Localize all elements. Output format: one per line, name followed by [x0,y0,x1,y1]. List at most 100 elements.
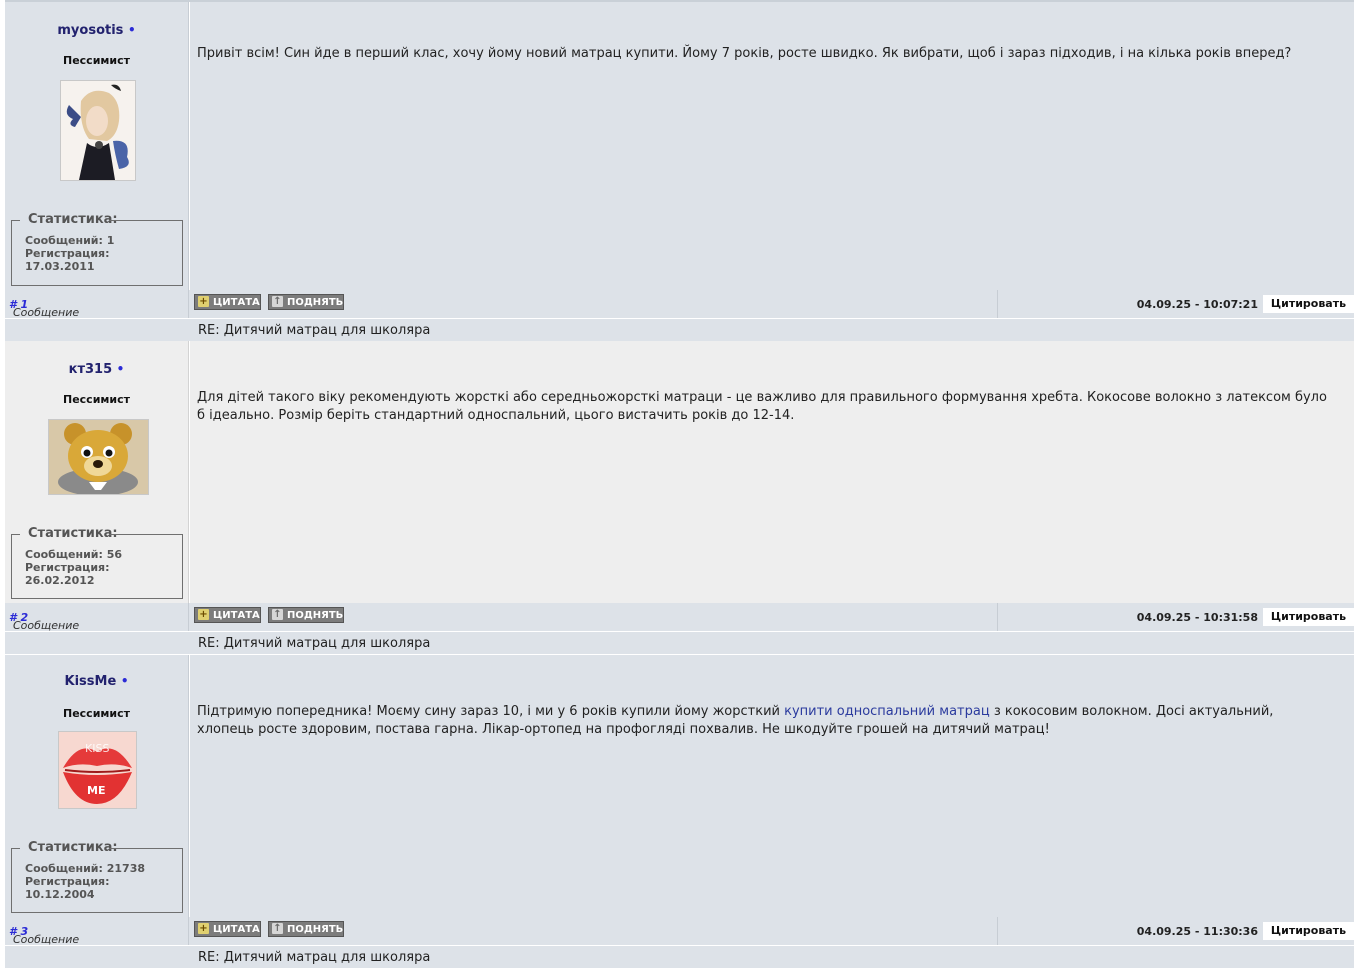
statistics-body: Сообщений: 56 Регистрация: 26.02.2012 [25,548,122,587]
avatar [60,80,136,181]
post-1-author-panel: myosotis • Пессимист Статистика: Сообщен… [5,2,189,290]
post-3-content: Підтримую попередника! Моєму сину зараз … [190,655,1354,917]
plus-icon: + [198,296,209,307]
forum-thread: myosotis • Пессимист Статистика: Сообщен… [5,0,1354,968]
username-link[interactable]: myosotis • [5,23,188,38]
online-status-dot: • [127,23,136,37]
up-button[interactable]: ↑ ПОДНЯТЬ [268,294,344,310]
messages-label: Сообщений: [25,234,103,247]
registered-label: Регистрация: [25,247,110,260]
mattress-link[interactable]: купити односпальний матрац [784,704,990,719]
registered-date: 10.12.2004 [25,888,95,901]
avatar [48,419,149,495]
post-meta: 04.09.25 - 10:31:58 Цитировать [999,603,1354,631]
quote-button[interactable]: + ЦИТАТА [194,294,261,310]
post-footer: Сообщение # 1 + ЦИТАТА ↑ ПОДНЯТЬ 04.09.25 … [5,290,1354,319]
post-2: кт315 • Пессимист Статистика: Сообщений:… [5,341,1354,632]
gothic-girl-butterfly-avatar-image [61,81,135,180]
post-1: myosotis • Пессимист Статистика: Сообщен… [5,2,1354,319]
post-footer: Сообщение # 2 + ЦИТАТА ↑ ПОДНЯТЬ 04.09.25 … [5,603,1354,632]
user-statistics: Статистика: Сообщений: 56 Регистрация: 2… [11,526,183,599]
post-message: Привіт всім! Син йде в перший клас, хочу… [197,46,1292,61]
arrow-up-icon: ↑ [272,296,283,307]
registered-date: 17.03.2011 [25,260,95,273]
post-number-cell: Сообщение # 2 [5,603,189,632]
registered-label: Регистрация: [25,875,110,888]
username-link[interactable]: кт315 • [5,362,188,377]
statistics-body: Сообщений: 21738 Регистрация: 10.12.2004 [25,862,145,901]
messages-count: 56 [106,548,123,561]
quote-button[interactable]: + ЦИТАТА [194,607,261,623]
post-message: Для дітей такого віку рекомендують жорст… [197,390,1327,423]
quote-link[interactable]: Цитировать [1263,922,1354,940]
reply-title: RE: Дитячий матрац для школяра [198,636,431,651]
teddy-bear-avatar-image [49,420,148,494]
avatar: KISS ME [58,731,137,809]
user-statistics: Статистика: Сообщений: 21738 Регистрация… [11,840,183,913]
online-status-dot: • [116,362,125,376]
avatar-text-kiss: KISS [85,742,109,755]
post-meta: 04.09.25 - 10:07:21 Цитировать [999,290,1354,318]
post-actions: + ЦИТАТА ↑ ПОДНЯТЬ [190,290,998,318]
post-prefix: Сообщение [13,306,80,319]
post-1-content: Привіт всім! Син йде в перший клас, хочу… [190,2,1354,290]
statistics-legend: Статистика: [28,212,118,227]
post-3: KissMe • Пессимист KISS ME Статистика: С… [5,655,1354,946]
statistics-body: Сообщений: 1 Регистрация: 17.03.2011 [25,234,114,273]
post-datetime: 04.09.25 - 11:30:36 [1136,925,1258,938]
up-button-label: ПОДНЯТЬ [287,610,344,621]
avatar-text-me: ME [87,784,105,797]
quote-link[interactable]: Цитировать [1263,608,1354,626]
message-text-part: Підтримую попередника! Моєму сину зараз … [197,704,785,719]
reply-title: RE: Дитячий матрац для школяра [198,950,431,965]
post-message: Підтримую попередника! Моєму сину зараз … [197,703,1329,739]
post-datetime: 04.09.25 - 10:31:58 [1136,611,1258,624]
username-text[interactable]: myosotis [57,23,123,38]
reply-title-bar: RE: Дитячий матрац для школяра [5,319,1354,341]
registered-label: Регистрация: [25,561,110,574]
post-actions: + ЦИТАТА ↑ ПОДНЯТЬ [190,917,998,945]
messages-label: Сообщений: [25,548,103,561]
reply-title-bar: RE: Дитячий матрац для школяра [5,946,1354,968]
quote-button-label: ЦИТАТА [213,610,260,621]
up-button[interactable]: ↑ ПОДНЯТЬ [268,607,344,623]
username-text[interactable]: кт315 [69,362,113,377]
user-rank: Пессимист [62,54,130,67]
post-actions: + ЦИТАТА ↑ ПОДНЯТЬ [190,603,998,631]
reply-title: RE: Дитячий матрац для школяра [198,323,431,338]
up-button-label: ПОДНЯТЬ [287,297,344,308]
quote-button-label: ЦИТАТА [213,297,260,308]
post-meta: 04.09.25 - 11:30:36 Цитировать [999,917,1354,945]
statistics-legend: Статистика: [28,526,118,541]
messages-label: Сообщений: [25,862,103,875]
user-rank: Пессимист [62,393,130,406]
user-statistics: Статистика: Сообщений: 1 Регистрация: 17… [11,212,183,286]
plus-icon: + [198,923,209,934]
post-2-author-panel: кт315 • Пессимист Статистика: Сообщений:… [5,341,189,603]
plus-icon: + [198,609,209,620]
post-number-cell: Сообщение # 3 [5,917,189,946]
arrow-up-icon: ↑ [272,609,283,620]
post-2-content: Для дітей такого віку рекомендують жорст… [190,341,1354,603]
up-button-label: ПОДНЯТЬ [287,924,344,935]
statistics-legend: Статистика: [28,840,118,855]
post-prefix: Сообщение [13,933,80,946]
post-3-author-panel: KissMe • Пессимист KISS ME Статистика: С… [5,655,189,917]
red-lips-avatar-image: KISS ME [59,732,136,808]
quote-button[interactable]: + ЦИТАТА [194,921,261,937]
up-button[interactable]: ↑ ПОДНЯТЬ [268,921,344,937]
quote-link[interactable]: Цитировать [1263,295,1354,313]
username-text[interactable]: KissMe [65,674,117,689]
post-datetime: 04.09.25 - 10:07:21 [1136,298,1258,311]
post-prefix: Сообщение [13,619,80,632]
reply-title-bar: RE: Дитячий матрац для школяра [5,632,1354,654]
online-status-dot: • [120,674,129,688]
messages-count: 21738 [106,862,146,875]
registered-date: 26.02.2012 [25,574,95,587]
user-rank: Пессимист [62,707,130,720]
username-link[interactable]: KissMe • [5,674,188,689]
arrow-up-icon: ↑ [272,923,283,934]
post-footer: Сообщение # 3 + ЦИТАТА ↑ ПОДНЯТЬ 04.09.25 … [5,917,1354,946]
post-number-cell: Сообщение # 1 [5,290,189,319]
quote-button-label: ЦИТАТА [213,924,260,935]
